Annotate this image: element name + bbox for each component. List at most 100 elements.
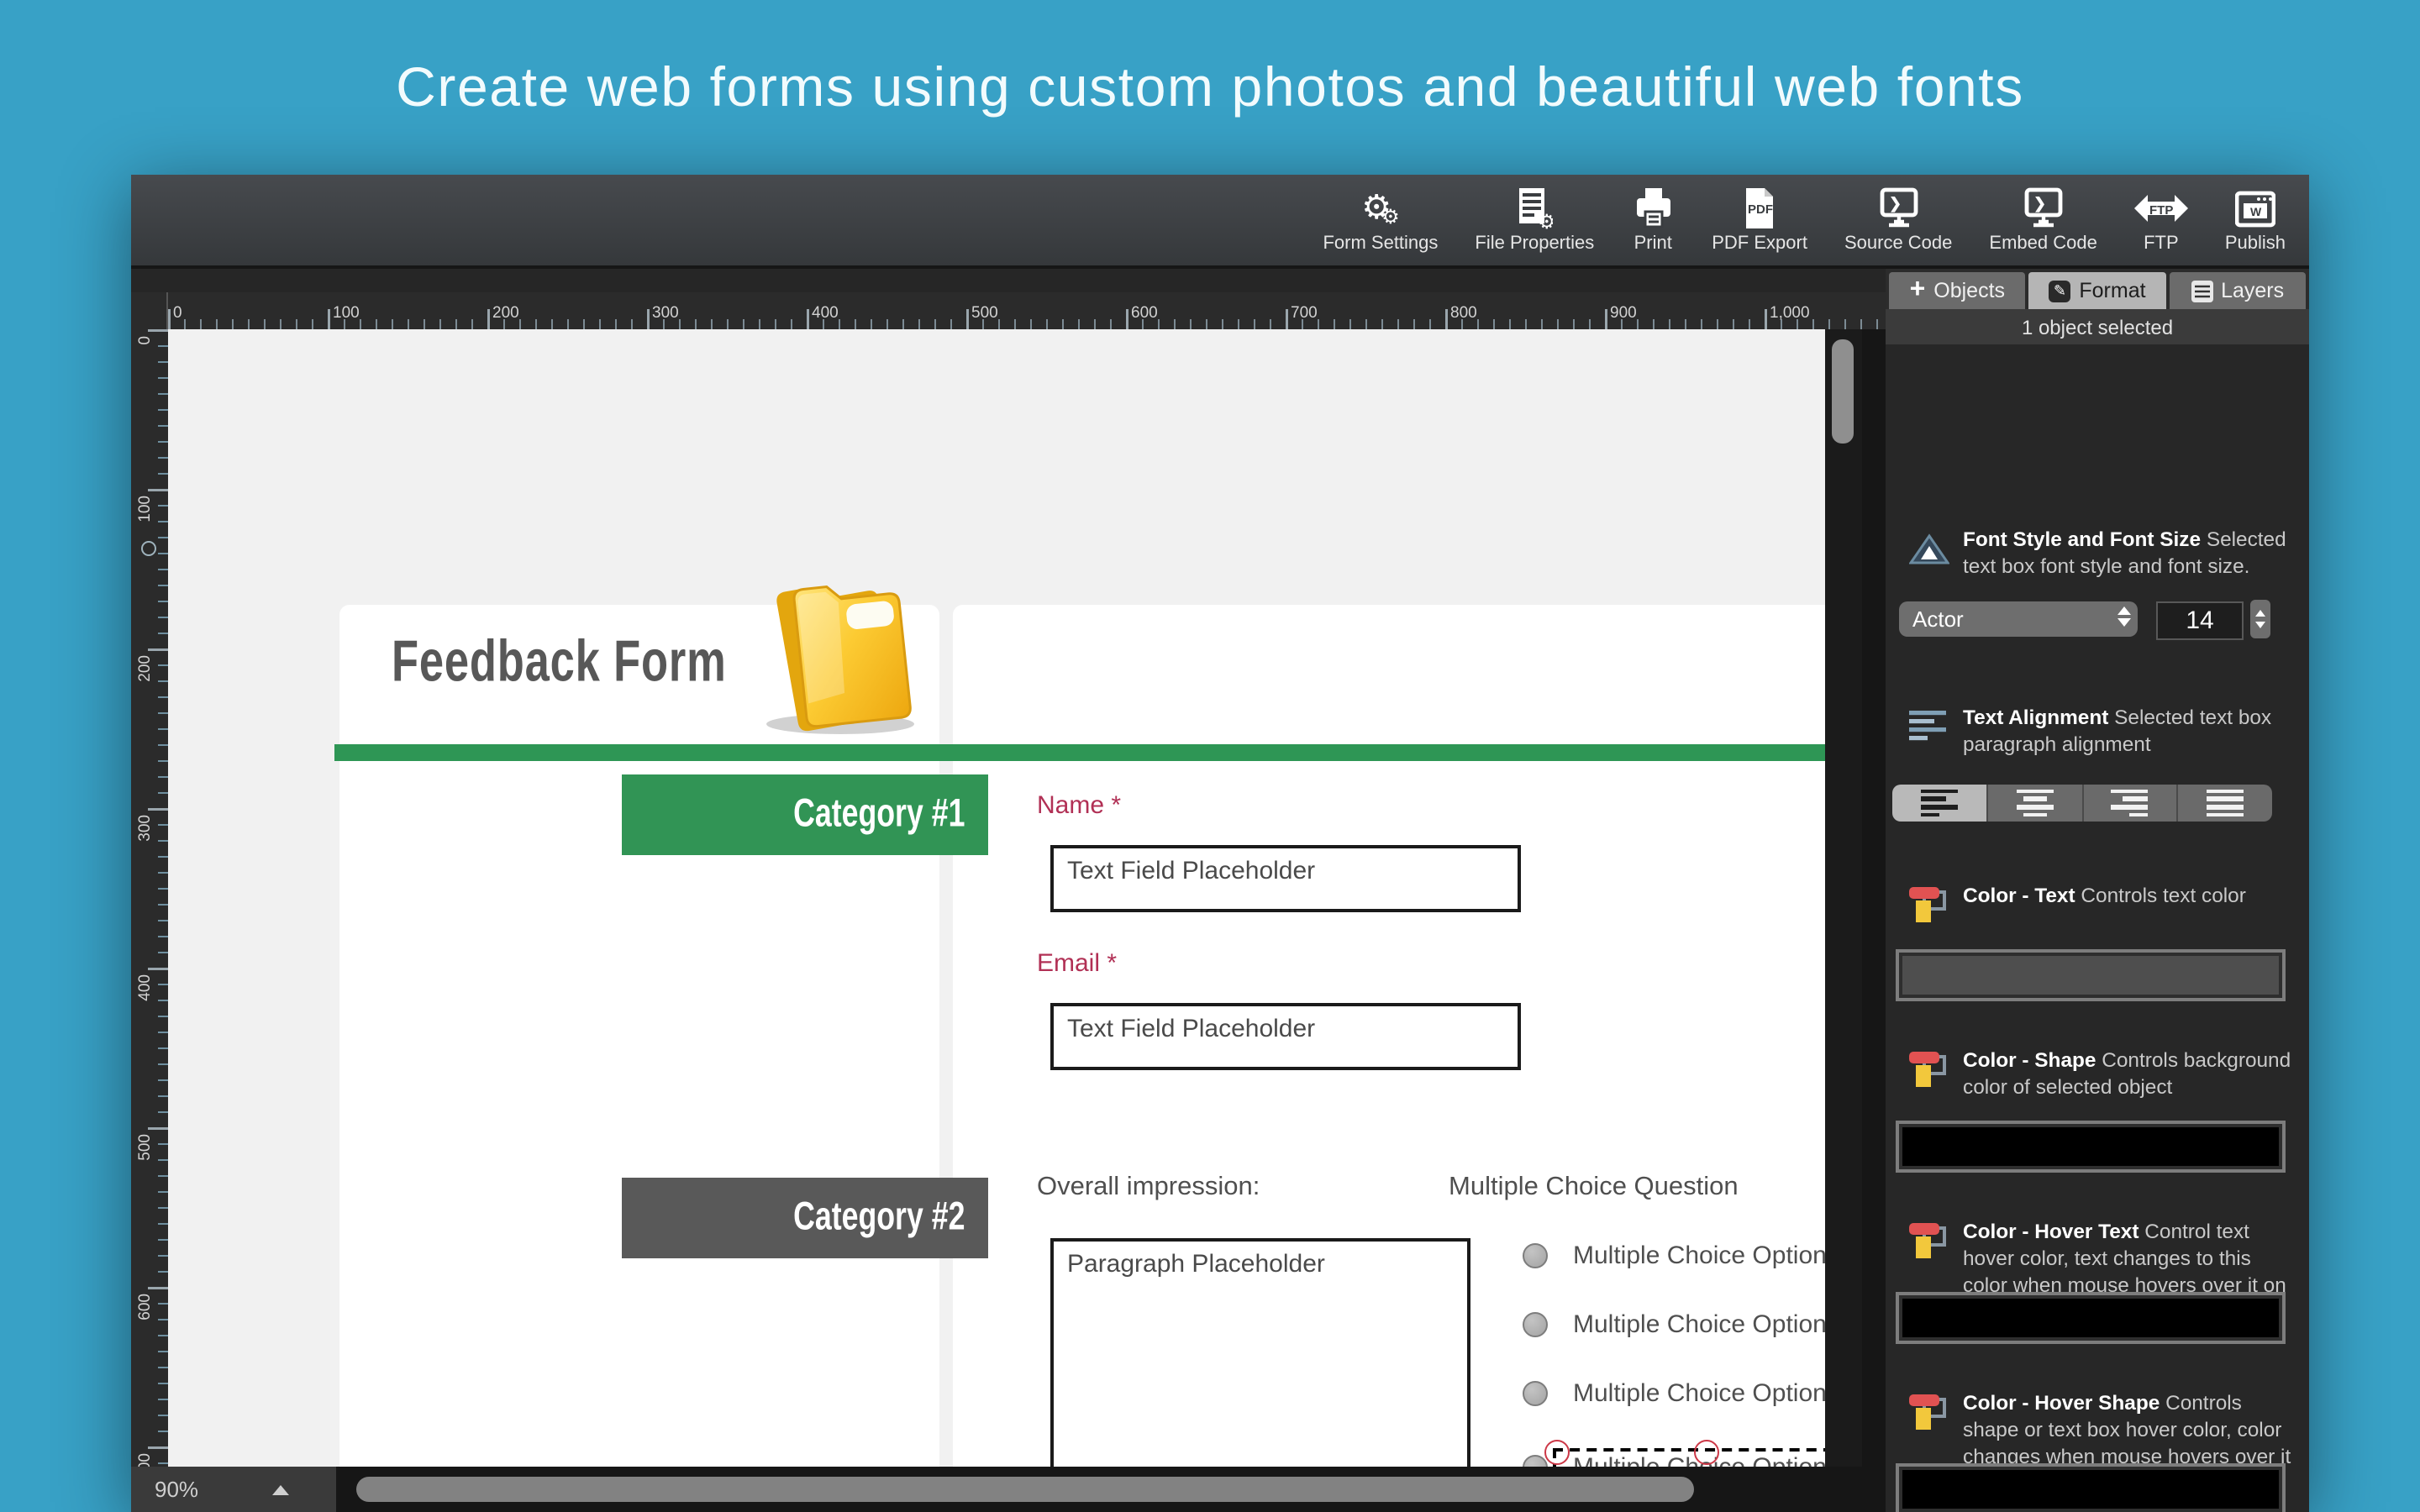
pencil-icon: ✎: [2049, 280, 2071, 302]
ruler-label: 100: [333, 304, 360, 323]
tab-format[interactable]: ✎ Format: [2028, 272, 2166, 309]
text-alignment-icon: [1906, 711, 1953, 741]
color-hover-shape-swatch[interactable]: [1896, 1463, 2286, 1512]
ftp-arrows-icon: FTP: [2133, 186, 2188, 230]
toolbar: ⚙⚙ Form Settings ⚙ File Properties Print…: [131, 175, 2309, 269]
form-title-textbox[interactable]: Feedback Form: [392, 628, 727, 696]
ruler-label: 0: [173, 304, 182, 323]
svg-text:❯: ❯: [2033, 195, 2046, 213]
radio-option-2[interactable]: [1523, 1312, 1548, 1337]
pdf-export-button[interactable]: PDF PDF Export: [1712, 186, 1807, 254]
zoom-level-control[interactable]: 90%: [131, 1467, 336, 1512]
design-canvas[interactable]: Feedback Form Category #1 Name * Text Fi…: [168, 329, 1825, 1467]
option-1-label[interactable]: Multiple Choice Option 1: [1573, 1242, 1825, 1270]
text-alignment-section-text: Text Alignment Selected text box paragra…: [1963, 706, 2272, 757]
svg-text:PDF: PDF: [1748, 202, 1773, 217]
font-family-dropdown[interactable]: Actor: [1899, 601, 2138, 637]
name-text-field[interactable]: Text Field Placeholder: [1050, 845, 1521, 912]
vertical-scrollbar-thumb[interactable]: [1832, 339, 1854, 444]
ruler-label: 100: [136, 496, 155, 522]
ruler-origin-marker: [141, 541, 156, 556]
ruler-label: 300: [136, 815, 155, 842]
font-size-field[interactable]: 14: [2156, 601, 2244, 640]
align-left-button[interactable]: [1892, 785, 1988, 822]
ruler-label: 200: [136, 655, 155, 682]
email-field-label[interactable]: Email *: [1037, 949, 1117, 978]
banner: Create web forms using custom photos and…: [0, 0, 2420, 175]
green-divider-bar[interactable]: [334, 744, 1825, 761]
file-properties-button[interactable]: ⚙ File Properties: [1475, 186, 1594, 254]
svg-text:W: W: [2250, 205, 2262, 218]
color-text-swatch[interactable]: [1896, 949, 2286, 1001]
selection-bounding-box[interactable]: [1544, 1440, 1825, 1467]
align-justify-button[interactable]: [2178, 785, 2272, 822]
svg-text:⚙: ⚙: [1538, 211, 1553, 230]
list-icon: [2191, 280, 2213, 302]
ruler-label: 0: [136, 336, 155, 345]
font-style-section-text: Font Style and Font Size Selected text b…: [1963, 528, 2286, 579]
color-text-section-text: Color - Text Controls text color: [1963, 884, 2246, 907]
color-text-icon: [1906, 885, 1953, 929]
ruler-label: 600: [136, 1294, 155, 1320]
name-field-label[interactable]: Name *: [1037, 791, 1121, 820]
print-button[interactable]: Print: [1631, 186, 1675, 254]
canvas-right-edge: [1862, 329, 1886, 1467]
ftp-button[interactable]: FTP FTP: [2133, 186, 2188, 254]
ruler-label: 300: [652, 304, 679, 323]
category2-heading[interactable]: Category #2: [622, 1178, 988, 1258]
app-window: ⚙⚙ Form Settings ⚙ File Properties Print…: [131, 175, 2309, 1512]
resize-handle-n[interactable]: [1694, 1440, 1719, 1465]
form-settings-button[interactable]: ⚙ ⚙ Form Settings: [1323, 186, 1438, 254]
align-right-button[interactable]: [2083, 785, 2179, 822]
vertical-ruler: 0 100 200 300 400 500 600 700: [131, 329, 168, 1480]
document-gear-icon: ⚙: [1516, 186, 1553, 230]
color-hover-shape-icon: [1906, 1393, 1953, 1436]
source-code-button[interactable]: ❯ Source Code: [1844, 186, 1952, 254]
color-shape-section-text: Color - Shape Controls background color …: [1963, 1048, 2291, 1100]
ruler-label: 700: [1291, 304, 1318, 323]
font-size-stepper[interactable]: [2250, 600, 2270, 638]
horizontal-ruler: 0 100 200 300 400 500 600 700 800 900 1,…: [131, 292, 1886, 329]
category1-heading[interactable]: Category #1: [622, 774, 988, 855]
vertical-scrollbar[interactable]: [1825, 329, 1862, 1467]
format-panel: Font Style and Font Size Selected text b…: [1886, 344, 2309, 1512]
color-hover-text-swatch[interactable]: [1896, 1292, 2286, 1344]
radio-option-1[interactable]: [1523, 1243, 1548, 1268]
horizontal-scrollbar-thumb[interactable]: [356, 1477, 1694, 1502]
color-hover-text-icon: [1906, 1221, 1953, 1265]
align-center-button[interactable]: [1987, 785, 2083, 822]
screen: Create web forms using custom photos and…: [0, 0, 2420, 1512]
ruler-label: 1,000: [1770, 304, 1810, 323]
resize-handle-nw[interactable]: [1544, 1440, 1570, 1465]
alignment-segmented-control: [1892, 785, 2272, 822]
ruler-label: 200: [492, 304, 519, 323]
color-shape-icon: [1906, 1050, 1953, 1094]
svg-text:FTP: FTP: [2149, 203, 2173, 218]
ruler-label: 500: [136, 1134, 155, 1161]
overall-impression-label[interactable]: Overall impression:: [1037, 1173, 1260, 1203]
svg-text:❯: ❯: [1888, 195, 1901, 213]
ruler-label: 500: [971, 304, 998, 323]
ruler-label: 900: [1610, 304, 1637, 323]
tab-layers[interactable]: Layers: [2169, 272, 2306, 309]
zoom-level-value: 90%: [155, 1477, 199, 1502]
chevron-up-down-icon: [2118, 606, 2131, 627]
monitor-code-icon: ❯: [1876, 186, 1920, 230]
embed-code-button[interactable]: ❯ Embed Code: [1989, 186, 2097, 254]
option-3-label[interactable]: Multiple Choice Option 3: [1573, 1379, 1825, 1408]
email-text-field[interactable]: Text Field Placeholder: [1050, 1003, 1521, 1070]
color-shape-swatch[interactable]: [1896, 1121, 2286, 1173]
tab-objects[interactable]: + Objects: [1889, 272, 2026, 309]
multiple-choice-question-label[interactable]: Multiple Choice Question: [1449, 1173, 1739, 1203]
option-2-label[interactable]: Multiple Choice Option 2: [1573, 1310, 1825, 1339]
canvas-bottom-bar: 90%: [131, 1467, 1886, 1512]
monitor-code-icon: ❯: [2022, 186, 2065, 230]
ruler-label: 800: [1450, 304, 1477, 323]
paragraph-text-area[interactable]: Paragraph Placeholder: [1050, 1238, 1470, 1467]
plus-icon: +: [1909, 276, 1926, 304]
browser-window-icon: W: [2234, 186, 2275, 230]
publish-button[interactable]: W Publish: [2225, 186, 2286, 254]
folder-image[interactable]: [753, 564, 948, 744]
ruler-label: 600: [1131, 304, 1158, 323]
radio-option-3[interactable]: [1523, 1381, 1548, 1406]
